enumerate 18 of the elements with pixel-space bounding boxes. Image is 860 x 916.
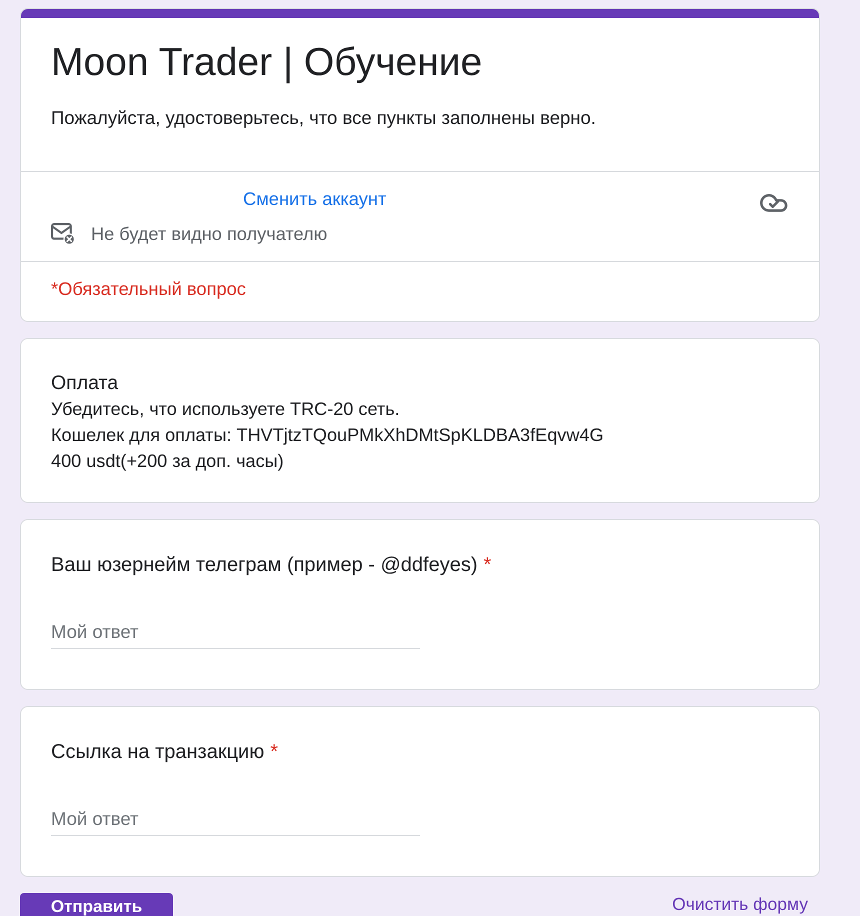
required-mark: * — [484, 553, 492, 577]
privacy-note: Не будет видно получателю — [91, 223, 328, 246]
question-label: Ссылка на транзакцию — [51, 740, 264, 764]
section-description-line: Убедитесь, что используете TRC-20 сеть. — [51, 398, 401, 421]
section-title: Оплата — [51, 371, 120, 396]
section-description-line: 400 usdt(+200 за доп. часы) — [51, 450, 285, 473]
switch-account-link[interactable]: Сменить аккаунт — [243, 187, 386, 211]
mail-x-icon — [51, 223, 75, 245]
form-title: Moon Trader | Обучение — [51, 43, 484, 83]
answer-field[interactable]: Мой ответ — [51, 803, 420, 836]
question-label: Ваш юзернейм телеграм (пример - @ddfeyes) — [51, 553, 478, 577]
section-description-line: Кошелек для оплаты: THVTjtzTQouPMkXhDMtSpKLDBA3fEqvw4G — [51, 424, 605, 447]
submit-button[interactable]: Отправить — [20, 893, 173, 916]
required-note: *Обязательный вопрос — [50, 277, 247, 301]
answer-field[interactable]: Мой ответ — [51, 616, 420, 649]
required-mark: * — [270, 740, 278, 764]
clear-form-button[interactable]: Очистить форму — [672, 893, 808, 914]
form-description: Пожалуйста, удостоверьтесь, что все пункты заполнены верно. — [51, 106, 597, 130]
